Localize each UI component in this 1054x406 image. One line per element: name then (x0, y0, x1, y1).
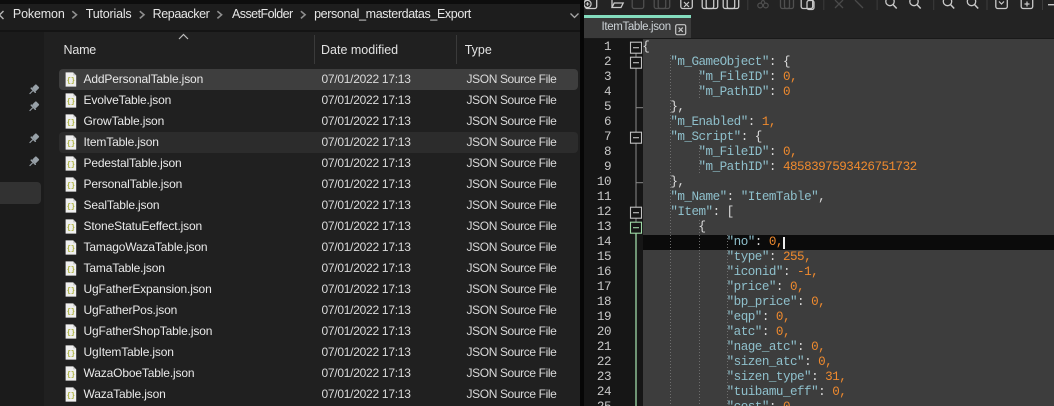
svg-text:{}: {} (67, 98, 75, 106)
svg-text:{}: {} (67, 161, 75, 169)
svg-text:{}: {} (67, 182, 75, 190)
svg-text:{}: {} (67, 140, 75, 148)
svg-text:{}: {} (67, 203, 75, 211)
svg-text:{}: {} (67, 266, 75, 274)
svg-text:{}: {} (67, 392, 75, 400)
svg-text:{}: {} (67, 329, 75, 337)
svg-text:{}: {} (67, 287, 75, 295)
svg-text:{}: {} (67, 119, 75, 127)
svg-text:{}: {} (67, 224, 75, 232)
svg-text:{}: {} (67, 350, 75, 358)
svg-text:{}: {} (67, 308, 75, 316)
svg-text:{}: {} (67, 245, 75, 253)
svg-text:{}: {} (67, 371, 75, 379)
svg-text:{}: {} (67, 77, 75, 85)
